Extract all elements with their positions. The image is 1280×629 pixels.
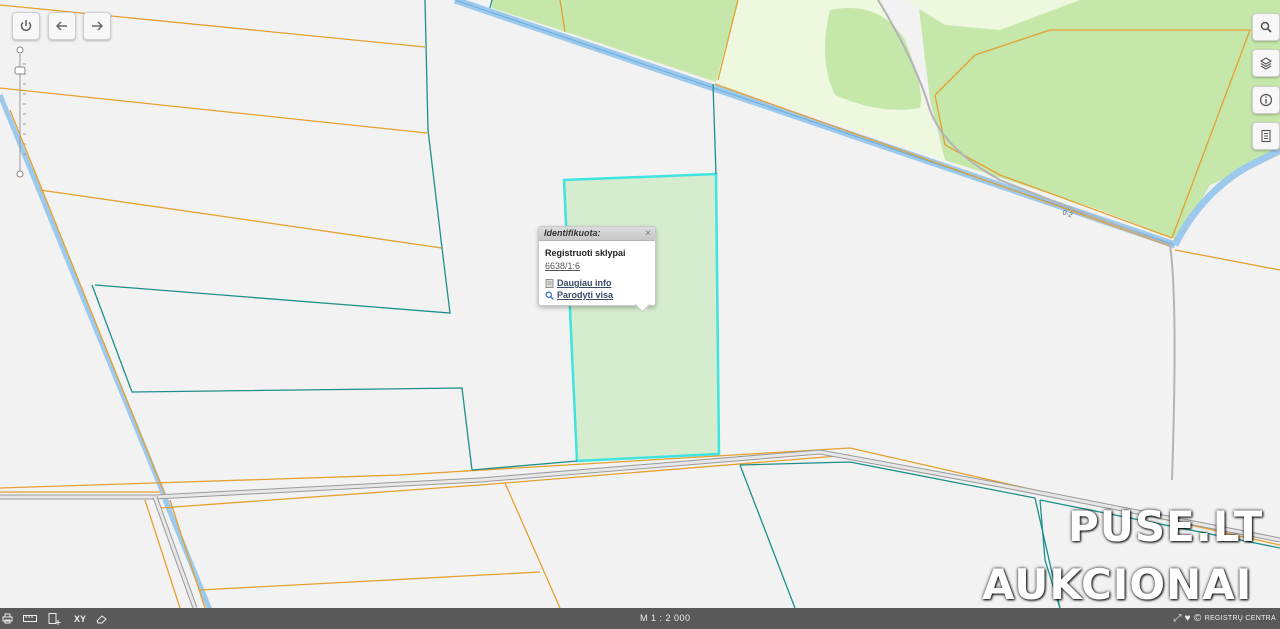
magnifier-icon xyxy=(545,291,554,300)
heart-icon: ♥ xyxy=(1184,613,1191,624)
watermark-line1: PUSE.LT xyxy=(1068,502,1264,551)
registry-logo: ⤢ ♥ © REGISTRŲ CENTRA xyxy=(1173,613,1276,624)
layers-button[interactable] xyxy=(1252,49,1280,77)
zoom-handle xyxy=(14,66,26,75)
back-button[interactable] xyxy=(48,12,76,40)
info-button[interactable] xyxy=(1252,86,1280,114)
selected-parcel[interactable] xyxy=(562,172,721,463)
add-document-button[interactable] xyxy=(47,612,61,625)
parcel-id-link[interactable]: 6638/1:6 xyxy=(545,261,580,271)
print-button[interactable] xyxy=(1,612,13,625)
fullscreen-icon[interactable]: ⤢ xyxy=(1173,613,1181,624)
eraser-icon xyxy=(95,614,107,623)
legend-icon xyxy=(1261,129,1271,143)
legend-button[interactable] xyxy=(1252,122,1280,150)
search-button[interactable] xyxy=(1252,13,1280,41)
popup-close-button[interactable]: × xyxy=(645,228,651,239)
map-scale: M 1 : 2 000 xyxy=(640,613,691,623)
power-icon xyxy=(20,20,32,32)
arrow-left-icon xyxy=(55,21,67,31)
show-all-label: Parodyti visa xyxy=(557,290,614,300)
more-info-label: Daugiau info xyxy=(557,278,612,288)
forward-button[interactable] xyxy=(83,12,111,40)
measure-button[interactable] xyxy=(22,612,38,625)
zoom-slider[interactable] xyxy=(14,46,26,178)
coordinates-button[interactable]: XY xyxy=(72,612,88,625)
status-bar: XY M 1 : 2 000 ⤢ ♥ © REGISTRŲ CENTRA xyxy=(0,608,1280,629)
identify-popup: Identifikuota: × Registruoti sklypai 663… xyxy=(538,226,656,313)
show-all-link[interactable]: Parodyti visa xyxy=(545,290,613,300)
search-icon xyxy=(1260,21,1272,33)
document-icon xyxy=(545,278,554,288)
layers-icon xyxy=(1259,57,1273,70)
copyright-icon: © xyxy=(1193,613,1202,624)
print-icon xyxy=(2,613,12,624)
popup-layer-name: Registruoti sklypai xyxy=(545,248,626,258)
add-document-icon xyxy=(48,612,60,625)
arrow-right-icon xyxy=(92,21,104,31)
popup-title: Identifikuota: xyxy=(539,227,655,241)
power-button[interactable] xyxy=(12,12,40,40)
more-info-link[interactable]: Daugiau info xyxy=(545,278,612,288)
registry-logo-text: REGISTRŲ CENTRA xyxy=(1204,615,1276,622)
watermark-line2: AUKCIONAI xyxy=(982,560,1253,609)
info-icon xyxy=(1259,93,1273,107)
ruler-icon xyxy=(23,615,37,622)
eraser-button[interactable] xyxy=(95,612,107,625)
